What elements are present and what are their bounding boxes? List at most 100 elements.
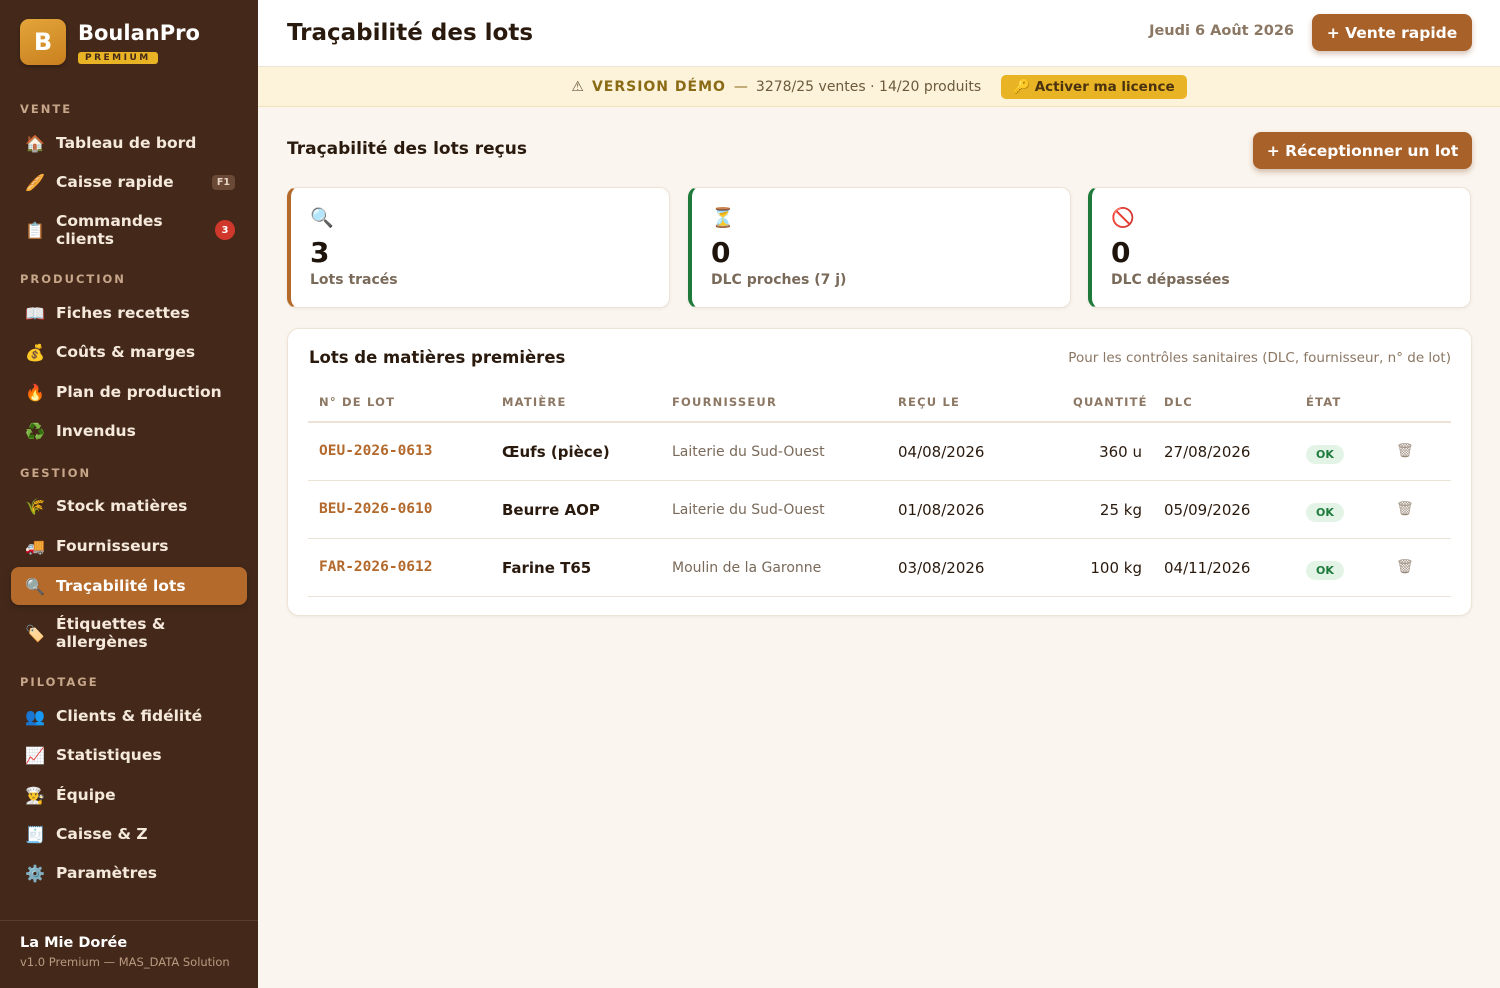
sidebar-item-fiches-recettes[interactable]: 📖 Fiches recettes — [11, 298, 247, 328]
trash-icon[interactable]: 🗑 — [1396, 559, 1414, 575]
recu-le: 01/08/2026 — [898, 501, 985, 519]
stat-label: DLC dépassées — [1111, 272, 1230, 288]
sidebar-item-statistiques[interactable]: 📈 Statistiques — [11, 740, 247, 770]
quick-sale-button[interactable]: + Vente rapide — [1312, 14, 1472, 51]
sidebar-item-couts-marges[interactable]: 💰 Coûts & marges — [11, 337, 247, 367]
section-title: Traçabilité des lots reçus — [287, 139, 527, 159]
stat-card-dlc-depassees: 🚫 0 DLC dépassées — [1088, 187, 1471, 308]
stat-card-dlc-proches: ⏳ 0 DLC proches (7 j) — [688, 187, 1071, 308]
brand[interactable]: B BoulanPro PREMIUM — [20, 19, 200, 65]
sidebar-item-label: Caisse rapide — [56, 173, 174, 191]
shortcut-badge: F1 — [211, 174, 235, 190]
matiere: Œufs (pièce) — [502, 443, 610, 461]
sidebar-item-equipe[interactable]: 👨‍🍳 Équipe — [11, 780, 247, 810]
book-icon: 📖 — [25, 303, 45, 323]
sidebar-footer: La Mie Dorée v1.0 Premium — MAS_DATA Sol… — [0, 920, 258, 988]
sidebar-item-clients-fidelite[interactable]: 👥 Clients & fidélité — [11, 701, 247, 731]
trash-icon[interactable]: 🗑 — [1396, 443, 1414, 459]
sidebar-item-label: Fournisseurs — [56, 537, 169, 555]
sidebar-item-label: Stock matières — [56, 497, 188, 515]
sidebar-item-label: Commandes clients — [56, 212, 163, 248]
banner-separator: — — [733, 78, 748, 95]
dlc: 05/09/2026 — [1164, 501, 1251, 519]
receipt-icon: 🧾 — [25, 824, 45, 844]
table-row[interactable]: FAR-2026-0612 Farine T65 Moulin de la Ga… — [308, 539, 1451, 597]
sidebar-item-label: Étiquettes & allergènes — [56, 615, 166, 651]
dlc: 04/11/2026 — [1164, 559, 1251, 577]
sidebar-item-caisse-z[interactable]: 🧾 Caisse & Z — [11, 819, 247, 849]
table-hint: Pour les contrôles sanitaires (DLC, four… — [1068, 350, 1451, 366]
wheat-icon: 🌾 — [25, 496, 45, 516]
stat-value: 3 — [310, 236, 330, 269]
table-row[interactable]: BEU-2026-0610 Beurre AOP Laiterie du Sud… — [308, 481, 1451, 539]
sidebar-item-label: Clients & fidélité — [56, 707, 203, 725]
usage-text: 3278/25 ventes · 14/20 produits — [755, 78, 982, 95]
lots-table-panel: Lots de matières premières Pour les cont… — [287, 328, 1472, 616]
nav-section-gestion: GESTION — [20, 466, 92, 480]
quantite: 25 kg — [1099, 501, 1142, 519]
activate-license-button[interactable]: 🔑 Activer ma licence — [1001, 74, 1187, 99]
matiere: Farine T65 — [502, 559, 592, 577]
trash-icon[interactable]: 🗑 — [1396, 501, 1414, 517]
sidebar-item-etiquettes-allergenes[interactable]: 🏷️ Étiquettes & allergènes — [11, 611, 247, 655]
column-header-lot: N° DE LOT — [319, 395, 396, 409]
status-badge: OK — [1306, 561, 1344, 580]
table-title: Lots de matières premières — [309, 348, 566, 367]
sidebar-item-label: Paramètres — [56, 864, 157, 882]
sidebar-item-tracabilite-lots[interactable]: 🔍 Traçabilité lots — [11, 567, 247, 605]
lot-number[interactable]: BEU-2026-0610 — [319, 501, 433, 517]
receive-lot-button[interactable]: + Réceptionner un lot — [1253, 132, 1472, 169]
dlc: 27/08/2026 — [1164, 443, 1251, 461]
column-header-quantite: QUANTITÉ — [1073, 395, 1148, 409]
sidebar-item-caisse-rapide[interactable]: 🥖 Caisse rapide F1 — [11, 167, 247, 197]
column-header-recu: REÇU LE — [898, 395, 961, 409]
users-icon: 👥 — [25, 706, 45, 726]
quantite: 100 kg — [1090, 559, 1142, 577]
status-badge: OK — [1306, 503, 1344, 522]
sidebar-item-stock-matieres[interactable]: 🌾 Stock matières — [11, 491, 247, 521]
version-text: v1.0 Premium — MAS_DATA Solution — [20, 955, 230, 969]
current-date: Jeudi 6 Août 2026 — [1149, 23, 1294, 39]
sidebar-item-label: Tableau de bord — [56, 134, 197, 152]
sidebar-item-commandes-clients[interactable]: 📋 Commandes clients 3 — [11, 208, 247, 252]
magnifier-icon: 🔍 — [310, 207, 334, 229]
demo-banner: ⚠ VERSION DÉMO — 3278/25 ventes · 14/20 … — [258, 67, 1500, 107]
sidebar-item-parametres[interactable]: ⚙️ Paramètres — [11, 858, 247, 888]
home-icon: 🏠 — [25, 133, 45, 153]
stat-value: 0 — [711, 236, 731, 269]
lot-number[interactable]: FAR-2026-0612 — [319, 559, 433, 575]
quantite: 360 u — [1099, 443, 1142, 461]
sidebar-item-invendus[interactable]: ♻️ Invendus — [11, 416, 247, 446]
fournisseur: Laiterie du Sud-Ouest — [672, 502, 825, 518]
fournisseur: Laiterie du Sud-Ouest — [672, 444, 825, 460]
page-title: Traçabilité des lots — [287, 20, 534, 46]
shop-name: La Mie Dorée — [20, 935, 128, 951]
truck-icon: 🚚 — [25, 536, 45, 556]
sidebar-item-label: Caisse & Z — [56, 825, 148, 843]
column-header-fournisseur: FOURNISSEUR — [672, 395, 778, 409]
sidebar-item-label: Équipe — [56, 786, 116, 804]
gear-icon: ⚙️ — [25, 863, 45, 883]
brand-logo: B — [20, 19, 66, 65]
baguette-icon: 🥖 — [25, 172, 45, 192]
recu-le: 04/08/2026 — [898, 443, 985, 461]
sidebar-item-label: Fiches recettes — [56, 304, 190, 322]
sidebar-item-plan-production[interactable]: 🔥 Plan de production — [11, 377, 247, 407]
sidebar-item-fournisseurs[interactable]: 🚚 Fournisseurs — [11, 531, 247, 561]
stat-label: Lots tracés — [310, 272, 398, 288]
column-header-matiere: MATIÈRE — [502, 395, 567, 409]
prohibited-icon: 🚫 — [1111, 207, 1135, 229]
sidebar-item-tableau-de-bord[interactable]: 🏠 Tableau de bord — [11, 128, 247, 158]
top-header: Traçabilité des lots Jeudi 6 Août 2026 +… — [258, 0, 1500, 67]
sidebar-item-label: Invendus — [56, 422, 136, 440]
lot-number[interactable]: OEU-2026-0613 — [319, 443, 433, 459]
nav-section-production: PRODUCTION — [20, 272, 126, 286]
status-badge: OK — [1306, 445, 1344, 464]
tag-icon: 🏷️ — [25, 623, 45, 643]
magnifier-icon: 🔍 — [25, 576, 45, 596]
count-badge: 3 — [215, 220, 235, 240]
nav-section-pilotage: PILOTAGE — [20, 675, 99, 689]
column-header-dlc: DLC — [1164, 395, 1193, 409]
table-row[interactable]: OEU-2026-0613 Œufs (pièce) Laiterie du S… — [308, 423, 1451, 481]
cook-icon: 👨‍🍳 — [25, 785, 45, 805]
